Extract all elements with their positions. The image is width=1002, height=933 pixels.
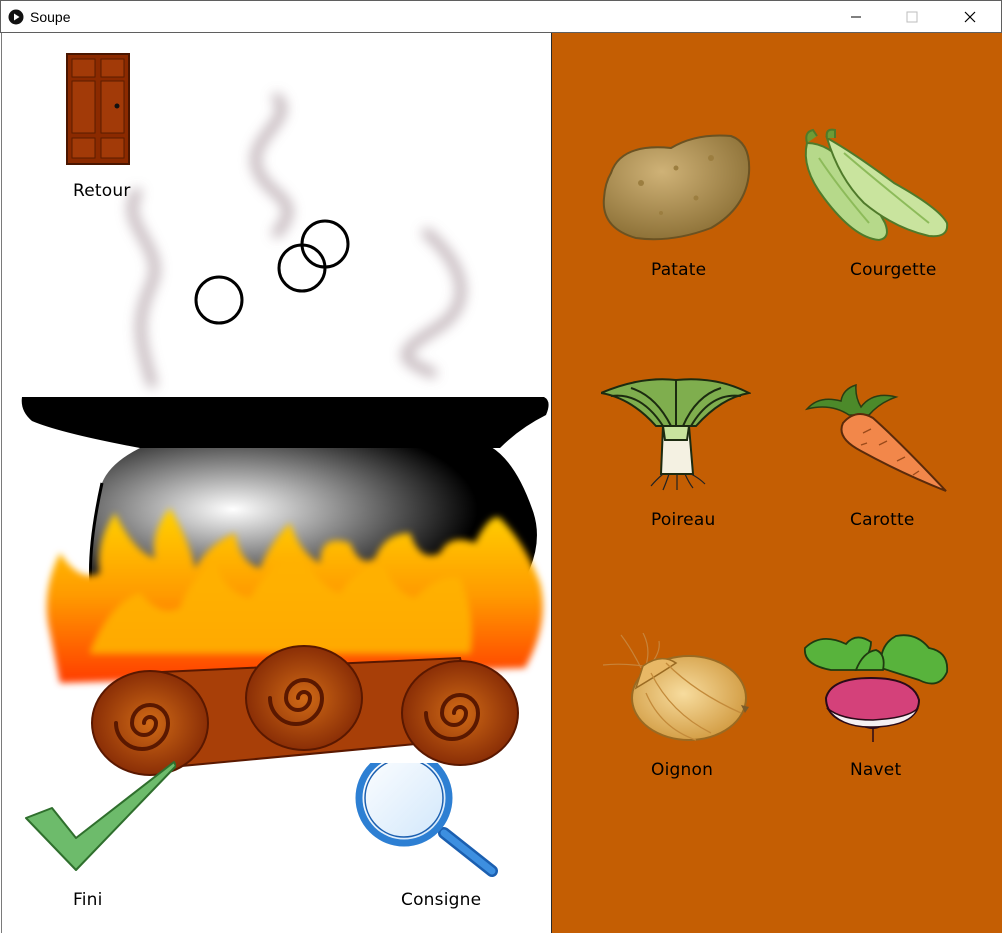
- ingredient-label: Courgette: [850, 260, 937, 280]
- onion-icon: [602, 633, 749, 741]
- zucchini-icon: [804, 128, 949, 242]
- done-button[interactable]: Fini: [20, 758, 180, 918]
- cooking-scene: Retour Fini Consigne: [1, 33, 551, 933]
- maximize-button[interactable]: [889, 1, 935, 33]
- minimize-button[interactable]: [833, 1, 879, 33]
- ingredient-onion[interactable]: Oignon: [597, 628, 757, 788]
- instructions-label: Consigne: [401, 890, 482, 910]
- done-label: Fini: [73, 890, 103, 910]
- close-button[interactable]: [947, 1, 993, 33]
- door-icon: [66, 53, 130, 165]
- instructions-button[interactable]: Consigne: [347, 758, 507, 918]
- ingredients-panel: Patate Courgette Poireau Carotte Oignon …: [552, 33, 1002, 933]
- ingredient-zucchini[interactable]: Courgette: [797, 128, 957, 288]
- ingredient-turnip[interactable]: Navet: [797, 628, 957, 788]
- ingredient-leek[interactable]: Poireau: [597, 378, 757, 538]
- ingredient-label: Poireau: [651, 510, 716, 530]
- checkmark-icon: [25, 761, 176, 871]
- magnifier-icon: [355, 763, 498, 877]
- back-label: Retour: [73, 181, 131, 201]
- carrot-icon: [804, 383, 947, 492]
- bubbles-decoration: [194, 219, 350, 325]
- ingredient-potato[interactable]: Patate: [597, 128, 757, 288]
- ingredient-label: Patate: [651, 260, 707, 280]
- maximize-icon: [906, 11, 918, 23]
- turnip-icon: [804, 634, 949, 742]
- cauldron-fire-illustration: [21, 397, 549, 776]
- ingredient-label: Oignon: [651, 760, 714, 780]
- minimize-icon: [851, 16, 861, 18]
- ingredient-label: Carotte: [850, 510, 915, 530]
- leek-icon: [601, 378, 751, 491]
- potato-icon: [602, 134, 751, 241]
- app-icon: [8, 9, 24, 25]
- ingredient-label: Navet: [850, 760, 902, 780]
- window-title: Soupe: [30, 9, 71, 25]
- close-icon: [964, 11, 976, 23]
- ingredient-carrot[interactable]: Carotte: [797, 378, 957, 538]
- back-button[interactable]: Retour: [54, 53, 144, 203]
- title-bar: Soupe: [0, 0, 1002, 33]
